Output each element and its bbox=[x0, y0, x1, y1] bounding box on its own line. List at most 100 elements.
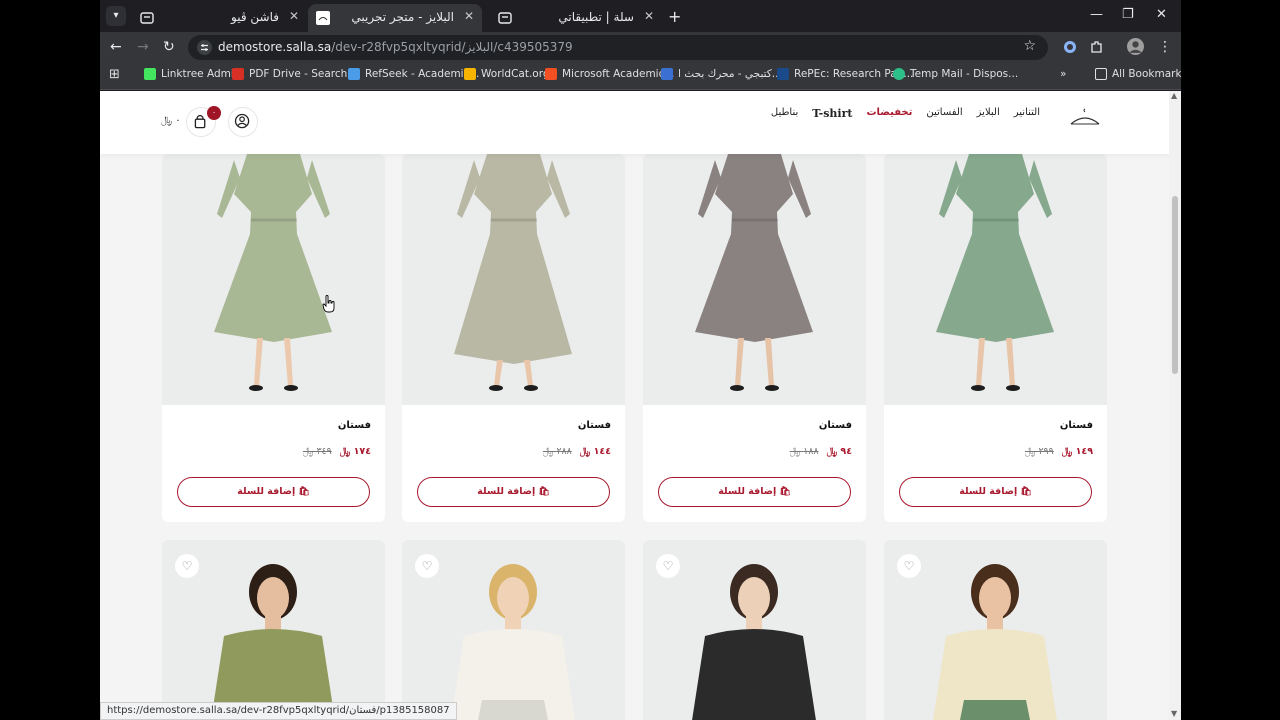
add-to-cart-label: إضافة للسلة bbox=[959, 486, 1018, 497]
nav-link[interactable]: تخفيضات bbox=[866, 107, 912, 120]
product-card[interactable]: فستان ٩٤ ﷼ ١٨٨ ﷼ 🛍 إضافة للسلة bbox=[643, 154, 866, 522]
nav-link[interactable]: الفساتين bbox=[926, 107, 962, 120]
sale-price: ١٧٤ ﷼ bbox=[339, 446, 371, 457]
extensions-puzzle-icon[interactable] bbox=[1089, 39, 1105, 55]
add-to-cart-button[interactable]: 🛍 إضافة للسلة bbox=[658, 477, 851, 507]
bookmark-pdf-drive[interactable]: PDF Drive - Search... bbox=[232, 68, 357, 80]
tab-title: فاشن ڤيو bbox=[231, 10, 279, 24]
store-favicon-icon bbox=[498, 12, 512, 24]
product-card[interactable]: ♡ bbox=[643, 540, 866, 720]
add-to-cart-label: إضافة للسلة bbox=[477, 486, 536, 497]
microsoft-icon bbox=[545, 68, 557, 80]
tab-blouses[interactable]: البلايز - متجر تجريبي ✕ bbox=[308, 4, 482, 32]
product-card[interactable]: فستان ١٤٤ ﷼ ٢٨٨ ﷼ 🛍 إضافة للسلة bbox=[402, 154, 625, 522]
bookmark-linktree[interactable]: Linktree Admin bbox=[144, 68, 240, 80]
product-prices: ٩٤ ﷼ ١٨٨ ﷼ bbox=[790, 446, 852, 457]
bookmark-kotobji[interactable]: كتبجي - محرك بحث ا... bbox=[661, 68, 782, 80]
sale-price: ١٤٩ ﷼ bbox=[1061, 446, 1093, 457]
more-bookmarks-icon[interactable]: » bbox=[1060, 68, 1066, 80]
tab-title: البلايز - متجر تجريبي bbox=[351, 10, 454, 24]
wishlist-heart-icon[interactable]: ♡ bbox=[175, 554, 199, 578]
close-window-icon[interactable]: ✕ bbox=[1156, 7, 1167, 22]
apps-grid-icon[interactable]: ⊞ bbox=[109, 67, 120, 82]
extension-circle-icon[interactable] bbox=[1062, 39, 1078, 55]
sale-price: ١٤٤ ﷼ bbox=[579, 446, 611, 457]
bookmark-label: WorldCat.org bbox=[481, 68, 550, 80]
linktree-icon bbox=[144, 68, 156, 80]
new-tab-button[interactable]: + bbox=[668, 7, 681, 26]
product-card[interactable]: فستان ١٧٤ ﷼ ٣٤٩ ﷼ 🛍 إضافة للسلة bbox=[162, 154, 385, 522]
address-bar[interactable]: demostore.salla.sa/dev-r28fvp5qxltyqrid/… bbox=[188, 35, 1048, 60]
minimize-icon[interactable]: — bbox=[1090, 7, 1103, 22]
bookmark-temp-mail[interactable]: Temp Mail - Dispos... bbox=[893, 68, 1018, 80]
product-card[interactable]: فستان ١٤٩ ﷼ ٢٩٩ ﷼ 🛍 إضافة للسلة bbox=[884, 154, 1107, 522]
product-card[interactable]: ♡ bbox=[884, 540, 1107, 720]
scroll-down-icon[interactable]: ▼ bbox=[1171, 709, 1177, 718]
product-image[interactable] bbox=[162, 154, 385, 405]
product-name[interactable]: فستان bbox=[819, 420, 852, 431]
original-price: ١٨٨ ﷼ bbox=[789, 446, 819, 457]
wishlist-heart-icon[interactable]: ♡ bbox=[415, 554, 439, 578]
scroll-up-icon[interactable]: ▲ bbox=[1171, 91, 1177, 100]
product-prices: ١٤٤ ﷼ ٢٨٨ ﷼ bbox=[543, 446, 611, 457]
product-photo bbox=[214, 154, 332, 391]
bookmark-refseek[interactable]: RefSeek - Academic... bbox=[348, 68, 479, 80]
main-nav: بناطيل T-shirt تخفيضات الفساتين البلايز التنا… bbox=[771, 107, 1040, 120]
scrollbar-thumb[interactable] bbox=[1172, 196, 1178, 374]
profile-avatar-icon[interactable] bbox=[1127, 38, 1144, 55]
original-price: ٢٩٩ ﷼ bbox=[1024, 446, 1054, 457]
product-photo bbox=[695, 154, 813, 391]
product-card[interactable]: ♡ bbox=[162, 540, 385, 720]
nav-link[interactable]: التنانير bbox=[1014, 107, 1040, 120]
product-image[interactable] bbox=[884, 154, 1107, 405]
bookmark-label: Microsoft Academic... bbox=[562, 68, 675, 80]
tab-salla-apps[interactable]: سلة | تطبيقاتي ✕ bbox=[490, 4, 662, 32]
product-photo bbox=[936, 154, 1054, 391]
tab-close-icon[interactable]: ✕ bbox=[289, 9, 299, 23]
bookmark-label: Linktree Admin bbox=[161, 68, 241, 80]
site-info-icon[interactable] bbox=[197, 40, 212, 55]
store-header: بناطيل T-shirt تخفيضات الفساتين البلايز التنا… bbox=[100, 91, 1169, 154]
tab-close-icon[interactable]: ✕ bbox=[644, 9, 654, 23]
product-name[interactable]: فستان bbox=[338, 420, 371, 431]
nav-link[interactable]: T-shirt bbox=[812, 107, 852, 120]
wishlist-heart-icon[interactable]: ♡ bbox=[656, 554, 680, 578]
bookmark-microsoft-academic[interactable]: Microsoft Academic... bbox=[545, 68, 674, 80]
all-bookmarks-folder[interactable]: All Bookmarks bbox=[1095, 68, 1181, 80]
store-favicon-icon bbox=[140, 12, 154, 24]
add-to-cart-button[interactable]: 🛍 إضافة للسلة bbox=[177, 477, 370, 507]
add-to-cart-button[interactable]: 🛍 إضافة للسلة bbox=[417, 477, 610, 507]
bookmark-worldcat[interactable]: WorldCat.org bbox=[464, 68, 550, 80]
cart-bag-icon: 🛍 bbox=[295, 487, 310, 497]
tab-fashion-view[interactable]: فاشن ڤيو ✕ bbox=[132, 4, 307, 32]
kotobji-icon bbox=[661, 68, 673, 80]
product-image[interactable] bbox=[643, 154, 866, 405]
tab-search-button[interactable]: ▾ bbox=[106, 6, 126, 26]
store-logo[interactable] bbox=[1068, 108, 1102, 130]
original-price: ٣٤٩ ﷼ bbox=[302, 446, 332, 457]
wishlist-heart-icon[interactable]: ♡ bbox=[897, 554, 921, 578]
browser-toolbar: ← → ↻ demostore.salla.sa/dev-r28fvp5qxlt… bbox=[100, 32, 1181, 62]
nav-link[interactable]: البلايز bbox=[977, 107, 1000, 120]
store-page: بناطيل T-shirt تخفيضات الفساتين البلايز التنا… bbox=[100, 91, 1169, 720]
cart-bag-icon: 🛍 bbox=[1017, 487, 1032, 497]
product-image[interactable] bbox=[402, 154, 625, 405]
cart-bag-icon: 🛍 bbox=[776, 487, 791, 497]
back-icon[interactable]: ← bbox=[110, 39, 122, 55]
add-to-cart-button[interactable]: 🛍 إضافة للسلة bbox=[899, 477, 1092, 507]
browser-menu-icon[interactable]: ⋮ bbox=[1158, 39, 1172, 55]
nav-link[interactable]: بناطيل bbox=[771, 107, 798, 120]
bookmark-star-icon[interactable]: ☆ bbox=[1023, 38, 1036, 54]
account-button[interactable] bbox=[228, 107, 258, 137]
url-text: demostore.salla.sa/dev-r28fvp5qxltyqrid/… bbox=[218, 40, 573, 54]
product-card[interactable]: ♡ bbox=[402, 540, 625, 720]
tab-close-icon[interactable]: ✕ bbox=[464, 9, 474, 23]
reload-icon[interactable]: ↻ bbox=[163, 39, 175, 55]
product-name[interactable]: فستان bbox=[1060, 420, 1093, 431]
forward-icon[interactable]: → bbox=[137, 39, 149, 55]
user-icon bbox=[234, 113, 250, 129]
cart-total: ٠ ﷼ bbox=[161, 115, 181, 126]
restore-icon[interactable]: ❐ bbox=[1122, 7, 1134, 22]
page-scrollbar[interactable]: ▲ ▼ bbox=[1169, 91, 1181, 720]
product-name[interactable]: فستان bbox=[578, 420, 611, 431]
